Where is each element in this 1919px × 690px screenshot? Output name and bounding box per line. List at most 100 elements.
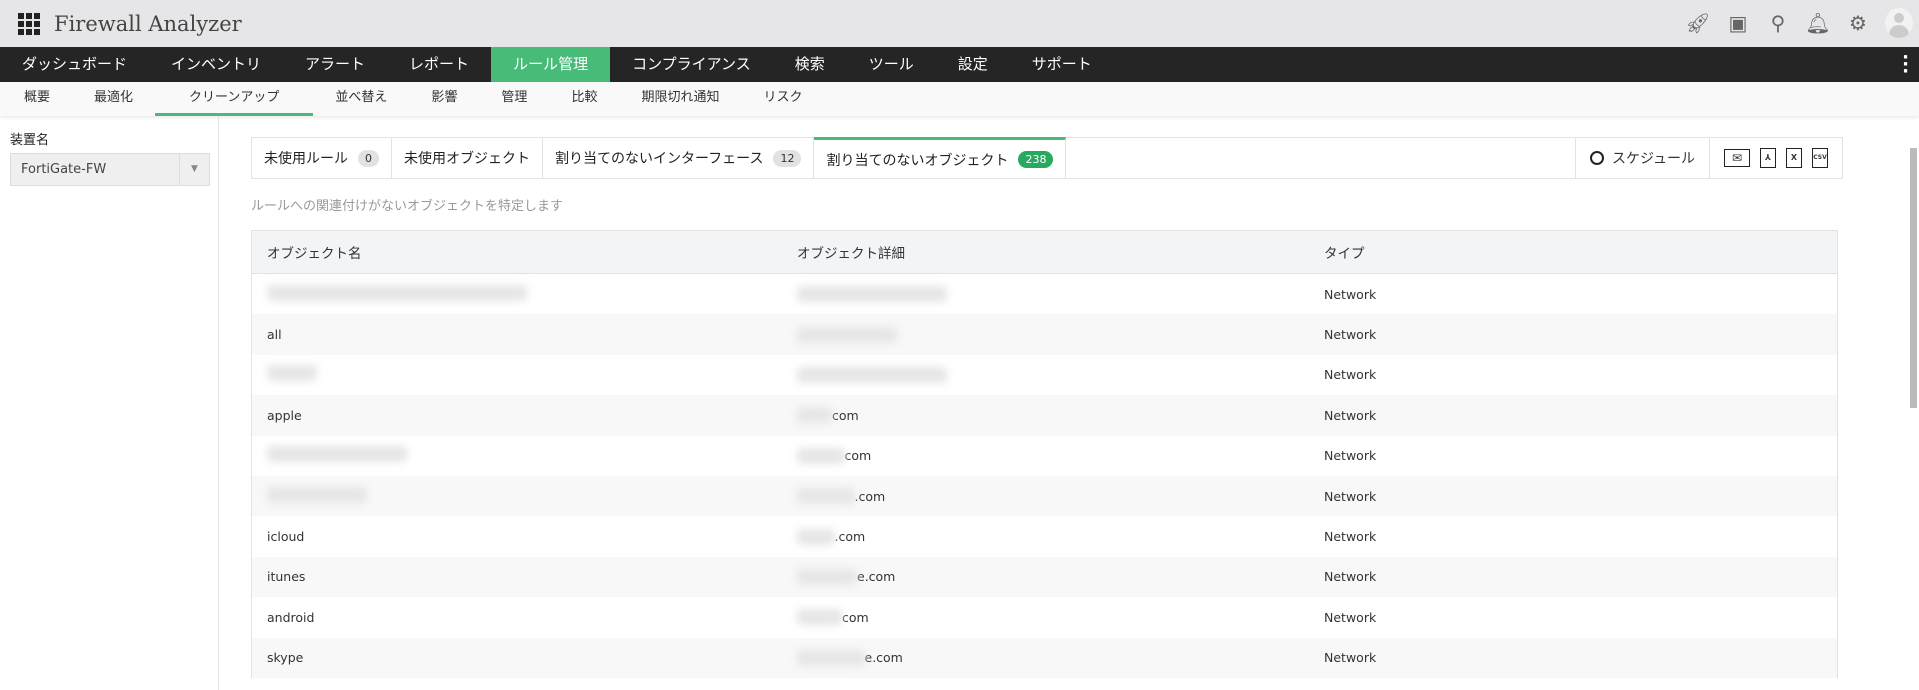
pdf-export-icon[interactable]: ⅄ xyxy=(1760,148,1776,168)
subnav-compare[interactable]: 比較 xyxy=(549,82,619,116)
gear-icon[interactable]: ⚙ xyxy=(1845,11,1871,35)
presentation-icon[interactable]: ▣ xyxy=(1725,11,1751,35)
object-name-cell xyxy=(252,446,782,465)
app-title: Firewall Analyzer xyxy=(54,11,242,36)
subnav-impact[interactable]: 影響 xyxy=(409,82,479,116)
object-type: Network xyxy=(1324,286,1377,302)
table-row[interactable]: Network xyxy=(252,355,1837,395)
scrollbar[interactable] xyxy=(1910,140,1917,690)
object-detail-cell: e.com xyxy=(782,649,1309,666)
redacted-name xyxy=(267,446,407,463)
tab-unused-rules[interactable]: 未使用ルール 0 xyxy=(252,138,392,178)
redacted-detail xyxy=(797,609,842,626)
avatar-icon[interactable] xyxy=(1885,8,1913,38)
nav-dashboard[interactable]: ダッシュボード xyxy=(0,47,149,82)
tab-label: 割り当てのないインターフェース xyxy=(555,151,764,167)
subnav-risk[interactable]: リスク xyxy=(741,82,824,116)
tab-unassigned-objects[interactable]: 割り当てのないオブジェクト 238 xyxy=(814,137,1067,179)
table-header: オブジェクト名 オブジェクト詳細 タイプ xyxy=(252,231,1837,274)
device-select[interactable]: FortiGate-FW ▼ xyxy=(10,153,210,186)
scrollbar-thumb[interactable] xyxy=(1910,148,1917,408)
schedule-label: スケジュール xyxy=(1611,151,1695,167)
table-row[interactable]: apple com Network xyxy=(252,395,1837,436)
tab-label: 割り当てのないオブジェクト xyxy=(826,152,1009,169)
subnav-overview[interactable]: 概要 xyxy=(2,82,72,116)
redacted-detail xyxy=(797,286,947,303)
sidebar: 装置名 FortiGate-FW ▼ xyxy=(0,116,219,690)
subnav-reorder[interactable]: 並べ替え xyxy=(313,82,409,116)
nav-compliance[interactable]: コンプライアンス xyxy=(610,47,773,82)
object-name-cell: android xyxy=(252,610,782,625)
nav-inventory[interactable]: インベントリ xyxy=(149,47,283,82)
main-nav: ダッシュボード インベントリ アラート レポート ルール管理 コンプライアンス … xyxy=(0,47,1919,82)
redacted-name xyxy=(267,486,367,503)
subnav-optimization[interactable]: 最適化 xyxy=(72,82,155,116)
object-detail-cell xyxy=(782,366,1309,383)
table-row[interactable]: skype e.com Network xyxy=(252,637,1837,678)
tab-label: 未使用オブジェクト xyxy=(404,151,530,167)
table-row[interactable]: android com Network xyxy=(252,597,1837,637)
nav-alerts[interactable]: アラート xyxy=(283,47,387,82)
count-badge: 12 xyxy=(773,149,802,167)
nav-search[interactable]: 検索 xyxy=(773,47,847,82)
object-detail-cell: .com xyxy=(782,528,1309,545)
nav-settings[interactable]: 設定 xyxy=(936,47,1010,82)
object-type: Network xyxy=(1324,650,1377,666)
chevron-down-icon[interactable]: ▼ xyxy=(179,154,209,185)
object-type: Network xyxy=(1324,448,1377,464)
object-name: itunes xyxy=(267,569,306,585)
redacted-detail xyxy=(797,488,855,505)
rocket-icon[interactable]: 🚀︎ xyxy=(1685,11,1711,35)
clock-icon xyxy=(1589,151,1604,165)
nav-reports[interactable]: レポート xyxy=(387,47,491,82)
table-row[interactable]: all Network xyxy=(252,314,1837,355)
redacted-detail xyxy=(797,568,857,585)
header-object-name[interactable]: オブジェクト名 xyxy=(252,242,782,262)
object-type: Network xyxy=(1324,367,1377,383)
object-name-cell xyxy=(252,365,782,384)
objects-table: オブジェクト名 オブジェクト詳細 タイプ Network all Network Ne… xyxy=(251,230,1838,678)
nav-tools[interactable]: ツール xyxy=(847,47,936,82)
redacted-detail xyxy=(797,649,865,666)
table-row[interactable]: .com Network xyxy=(252,475,1837,517)
nav-rule-management[interactable]: ルール管理 xyxy=(491,47,611,82)
nav-support[interactable]: サポート xyxy=(1010,47,1114,82)
more-menu-icon[interactable]: · · · xyxy=(1902,49,1909,81)
header-type[interactable]: タイプ xyxy=(1309,242,1365,262)
object-name: android xyxy=(267,609,315,625)
tab-label: 未使用ルール xyxy=(264,151,348,167)
object-detail: com xyxy=(844,448,872,464)
object-type: Network xyxy=(1324,407,1377,423)
object-name-cell: apple xyxy=(252,408,782,423)
object-name: skype xyxy=(267,650,304,666)
table-row[interactable]: Network xyxy=(252,274,1837,314)
table-row[interactable]: com Network xyxy=(252,436,1837,476)
table-row[interactable]: itunes e.com Network xyxy=(252,556,1837,598)
sub-nav: 概要 最適化 クリーンアップ 並べ替え 影響 管理 比較 期限切れ通知 リスク xyxy=(0,82,1919,116)
email-icon[interactable]: ✉ xyxy=(1724,149,1750,167)
excel-export-icon[interactable]: X xyxy=(1786,148,1802,168)
device-select-value: FortiGate-FW xyxy=(21,162,107,177)
csv-export-icon[interactable]: CSV xyxy=(1812,148,1828,168)
apps-grid-icon[interactable] xyxy=(18,12,40,35)
object-detail-cell: com xyxy=(782,447,1309,464)
object-detail-cell: e.com xyxy=(782,568,1309,585)
tab-unassigned-interfaces[interactable]: 割り当てのないインターフェース 12 xyxy=(543,138,815,178)
redacted-detail xyxy=(797,528,835,545)
subnav-cleanup[interactable]: クリーンアップ xyxy=(155,82,314,116)
subnav-management[interactable]: 管理 xyxy=(479,82,549,116)
table-row[interactable]: icloud .com Network xyxy=(252,516,1837,556)
header-object-detail[interactable]: オブジェクト詳細 xyxy=(782,242,1309,262)
subnav-expiry-notification[interactable]: 期限切れ通知 xyxy=(619,82,741,116)
object-detail-cell xyxy=(782,286,1309,303)
object-detail: e.com xyxy=(857,569,896,585)
object-type: Network xyxy=(1324,529,1377,545)
object-name-cell xyxy=(252,284,782,304)
object-name-cell: itunes xyxy=(252,569,782,584)
schedule-button[interactable]: スケジュール xyxy=(1574,138,1710,178)
count-badge: 0 xyxy=(358,149,379,167)
tab-unused-objects[interactable]: 未使用オブジェクト xyxy=(392,138,543,178)
bell-icon[interactable]: 🔔︎ xyxy=(1805,11,1831,35)
object-name-cell: skype xyxy=(252,650,782,665)
search-icon[interactable]: ⚲ xyxy=(1765,11,1791,35)
